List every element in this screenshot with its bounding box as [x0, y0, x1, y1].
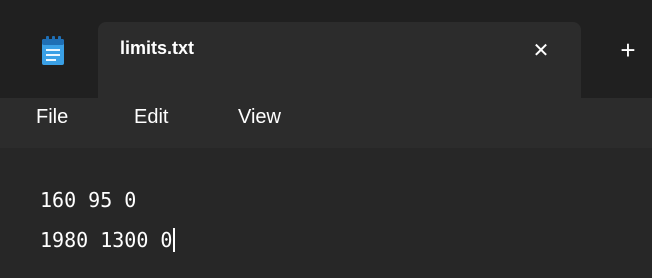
menu-file[interactable]: File [36, 106, 68, 129]
tab-limits-txt[interactable]: limits.txt ✕ [98, 22, 581, 98]
notepad-window: limits.txt ✕ + File Edit View 160 95 0 1… [0, 0, 652, 278]
editor-line: 160 95 0 [40, 188, 136, 212]
menu-bar: File Edit View [0, 98, 652, 148]
close-tab-button[interactable]: ✕ [525, 38, 557, 70]
new-tab-button[interactable]: + [608, 36, 648, 68]
close-icon: ✕ [532, 40, 550, 62]
menu-view[interactable]: View [238, 106, 281, 129]
editor-line-text: 160 95 0 [40, 188, 137, 212]
tab-strip: limits.txt ✕ + [0, 0, 652, 98]
tab-title: limits.txt [120, 38, 195, 58]
editor-line-text: 1980 1300 0 [40, 228, 173, 252]
menu-edit[interactable]: Edit [134, 106, 168, 129]
plus-icon: + [620, 35, 636, 65]
text-caret [173, 228, 176, 252]
text-editor[interactable]: 160 95 0 1980 1300 0 [0, 148, 652, 278]
editor-line: 1980 1300 0 [40, 228, 176, 252]
notepad-icon [40, 36, 66, 66]
